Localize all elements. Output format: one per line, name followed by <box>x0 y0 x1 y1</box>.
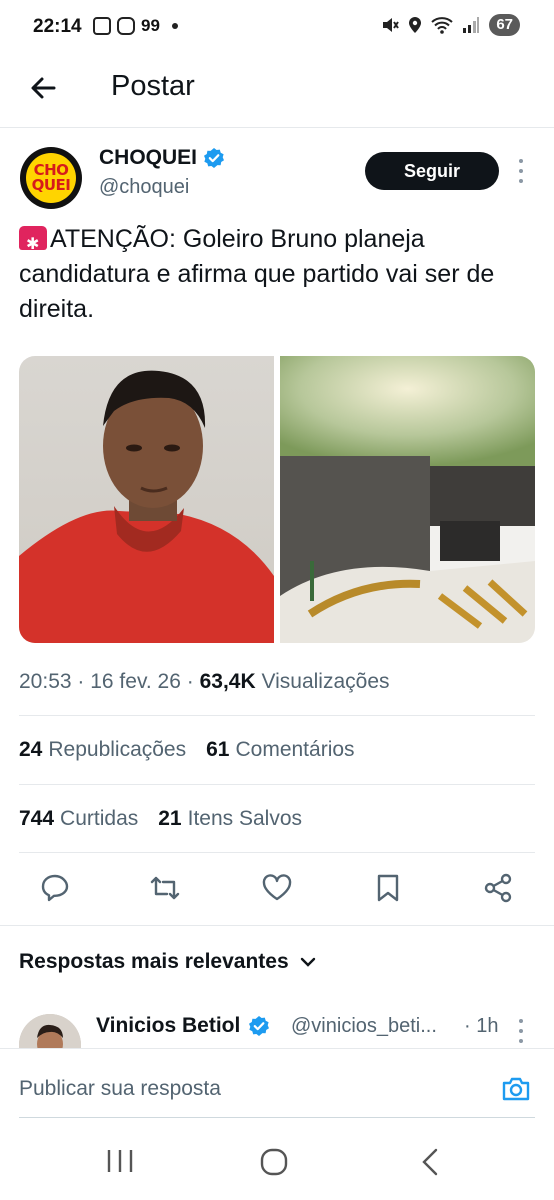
replies-sort-label: Respostas mais relevantes <box>19 950 289 973</box>
status-notification-icons: 99 <box>93 16 178 36</box>
choquei-logo: CHO QUEI <box>26 153 76 203</box>
status-time: 22:14 <box>33 16 82 37</box>
top-app-bar: Postar <box>0 52 554 128</box>
system-back-icon[interactable] <box>418 1148 442 1176</box>
mute-icon <box>383 18 400 32</box>
like-heart-icon[interactable] <box>261 872 293 904</box>
android-navigation-bar <box>0 1120 554 1200</box>
verified-badge-icon <box>204 148 225 168</box>
composer-underline <box>19 1117 535 1118</box>
post-media <box>19 356 535 643</box>
repost-icon[interactable] <box>149 872 181 904</box>
battery-indicator: 67 <box>489 14 520 36</box>
divider <box>19 852 535 853</box>
more-notifications-dot-icon <box>171 23 178 29</box>
author-avatar[interactable]: CHO QUEI <box>20 147 82 209</box>
bookmark-icon[interactable] <box>372 872 404 904</box>
siren-emoji-icon <box>19 226 47 262</box>
notification-count: 99 <box>141 16 160 35</box>
camera-icon[interactable] <box>500 1073 532 1105</box>
back-arrow-icon[interactable] <box>26 70 62 106</box>
reply-input[interactable]: Publicar sua resposta <box>19 1077 221 1101</box>
reply-more-options-icon[interactable] <box>516 1019 526 1043</box>
verified-badge-icon <box>249 1016 270 1036</box>
page-title: Postar <box>111 70 195 102</box>
post-time: 20:53 <box>19 670 72 693</box>
location-icon <box>409 17 422 33</box>
post-meta: 20:53 · 16 fev. 26 · 63,4K Visualizações <box>19 670 390 693</box>
portrait-illustration <box>19 370 274 643</box>
views-count: 63,4K <box>199 670 256 693</box>
recent-apps-icon[interactable] <box>106 1148 134 1174</box>
share-icon[interactable] <box>482 872 514 904</box>
author-name[interactable]: CHOQUEI <box>99 146 225 170</box>
more-options-icon[interactable] <box>516 159 526 183</box>
status-bar: 22:14 99 67 <box>0 0 554 52</box>
stats-row-likes-saves: 744 Curtidas 21 Itens Salvos <box>19 807 302 831</box>
post-body: ATENÇÃO: Goleiro Bruno planeja candidatu… <box>19 225 495 323</box>
instagram-icon <box>117 17 135 35</box>
home-icon[interactable] <box>260 1148 288 1176</box>
signal-icon <box>463 17 480 33</box>
saves-stat[interactable]: 21 Itens Salvos <box>158 807 302 831</box>
logo-text-bottom: QUEI <box>31 176 71 194</box>
photo-man-red-shirt[interactable] <box>19 356 274 643</box>
author-name-text: CHOQUEI <box>99 146 198 169</box>
reply-time: · 1h <box>464 1015 499 1037</box>
reply-icon[interactable] <box>39 872 71 904</box>
comments-stat[interactable]: 61 Comentários <box>206 738 354 762</box>
follow-button[interactable]: Seguir <box>365 152 499 190</box>
post-actions-bar <box>19 862 535 914</box>
replies-sort-dropdown[interactable]: Respostas mais relevantes <box>19 950 317 974</box>
chamber-illustration <box>280 356 535 643</box>
post-text: ATENÇÃO: Goleiro Bruno planeja candidatu… <box>19 222 534 327</box>
views-label: Visualizações <box>261 670 390 693</box>
post-date: 16 fev. 26 <box>90 670 181 693</box>
divider <box>19 715 535 716</box>
author-handle[interactable]: @choquei <box>99 176 189 199</box>
divider <box>0 925 554 926</box>
status-system-icons: 67 <box>381 14 520 36</box>
chevron-down-icon <box>300 957 315 967</box>
likes-stat[interactable]: 744 Curtidas <box>19 807 138 831</box>
reposts-stat[interactable]: 24 Republicações <box>19 738 186 762</box>
reply-composer: Publicar sua resposta <box>0 1048 554 1120</box>
reply-author-handle[interactable]: @vinicios_beti... <box>291 1015 456 1038</box>
screenshot-icon <box>93 17 111 35</box>
stats-row-reposts-comments: 24 Republicações 61 Comentários <box>19 738 355 762</box>
reply-author-name[interactable]: Vinicios Betiol <box>96 1014 270 1038</box>
divider <box>19 784 535 785</box>
wifi-icon <box>431 17 453 34</box>
photo-chamber-of-deputies[interactable] <box>280 356 535 643</box>
